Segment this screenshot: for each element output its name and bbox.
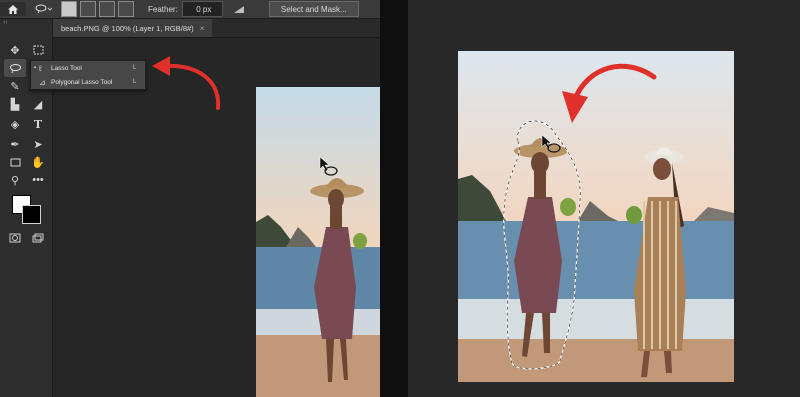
paint-bucket-icon: ◈ xyxy=(10,118,20,131)
anti-alias-toggle[interactable] xyxy=(231,2,247,16)
subtract-from-selection-button[interactable] xyxy=(99,1,115,17)
type-icon: T xyxy=(33,117,43,131)
new-selection-button[interactable] xyxy=(61,1,77,17)
anti-alias-icon xyxy=(233,5,244,13)
quick-selection-tool[interactable]: ✎ xyxy=(4,77,26,95)
hand-tool[interactable]: ✋ xyxy=(27,153,49,171)
zoom-tool[interactable]: ⚲ xyxy=(4,171,26,189)
result-canvas xyxy=(458,51,734,382)
active-bullet-icon: ▪ xyxy=(33,65,37,71)
home-button[interactable] xyxy=(0,2,26,16)
rect-marquee-icon xyxy=(33,45,43,55)
red-annotation-arrow xyxy=(152,56,221,110)
background-color-swatch[interactable] xyxy=(22,205,41,224)
flyout-item-lasso[interactable]: ▪ ℓ Lasso Tool L xyxy=(31,61,145,75)
lasso-tool[interactable] xyxy=(4,59,26,77)
zoom-icon: ⚲ xyxy=(10,174,20,187)
paint-bucket-tool[interactable]: ◈ xyxy=(4,115,26,133)
pen-icon: ✒ xyxy=(10,138,20,151)
lasso-icon xyxy=(9,63,21,73)
quick-mask-button[interactable] xyxy=(4,229,26,247)
beach-photo-selection xyxy=(458,51,734,382)
close-tab-icon[interactable]: × xyxy=(200,24,205,33)
frame-divider xyxy=(380,0,408,397)
beach-photo xyxy=(256,87,380,397)
document-canvas[interactable] xyxy=(256,87,380,397)
stamp-tool[interactable]: ▙ xyxy=(4,95,26,113)
eraser-icon: ◢ xyxy=(33,98,43,111)
options-bar: Feather: 0 px Select and Mask... xyxy=(0,0,380,19)
select-and-mask-button[interactable]: Select and Mask... xyxy=(268,1,359,17)
document-tab-bar: beach.PNG @ 100% (Layer 1, RGB/8#) × xyxy=(53,19,380,38)
rectangle-tool[interactable] xyxy=(4,153,26,171)
polygonal-lasso-icon: ⊿ xyxy=(39,77,46,87)
stamp-icon: ▙ xyxy=(10,98,20,111)
path-selection-tool[interactable]: ➤ xyxy=(27,135,49,153)
intersect-selection-button[interactable] xyxy=(118,1,134,17)
type-tool[interactable]: T xyxy=(27,115,49,133)
more-tools-button[interactable]: ••• xyxy=(27,171,49,189)
quick-mask-icon xyxy=(9,233,21,243)
tool-preset-picker[interactable] xyxy=(30,2,58,16)
feather-input[interactable]: 0 px xyxy=(181,1,223,17)
lasso-tool-flyout: ▪ ℓ Lasso Tool L ⊿ Polygonal Lasso Tool … xyxy=(30,60,146,90)
document-tab[interactable]: beach.PNG @ 100% (Layer 1, RGB/8#) × xyxy=(53,19,213,37)
lasso-icon xyxy=(35,4,53,14)
collapse-panel-button[interactable]: ‹‹ xyxy=(3,19,8,26)
eraser-tool[interactable]: ◢ xyxy=(27,95,49,113)
pen-tool[interactable]: ✒ xyxy=(4,135,26,153)
screen-mode-button[interactable] xyxy=(27,229,49,247)
move-tool[interactable]: ✥ xyxy=(4,41,26,59)
flyout-item-label: Lasso Tool xyxy=(51,64,82,72)
document-title: beach.PNG @ 100% (Layer 1, RGB/8#) xyxy=(61,23,194,33)
hand-icon: ✋ xyxy=(31,156,45,169)
rectangle-icon xyxy=(10,158,20,166)
move-icon: ✥ xyxy=(10,44,20,57)
lasso-icon: ℓ xyxy=(39,63,42,73)
home-icon xyxy=(8,4,18,14)
marquee-tool[interactable] xyxy=(27,41,49,59)
flyout-item-label: Polygonal Lasso Tool xyxy=(51,78,113,86)
screen-mode-icon xyxy=(32,233,44,243)
more-icon: ••• xyxy=(32,174,44,186)
quick-selection-icon: ✎ xyxy=(10,80,20,93)
path-selection-icon: ➤ xyxy=(33,138,43,151)
add-to-selection-button[interactable] xyxy=(80,1,96,17)
feather-label: Feather: xyxy=(148,4,178,14)
flyout-item-polygonal-lasso[interactable]: ⊿ Polygonal Lasso Tool L xyxy=(31,75,145,89)
